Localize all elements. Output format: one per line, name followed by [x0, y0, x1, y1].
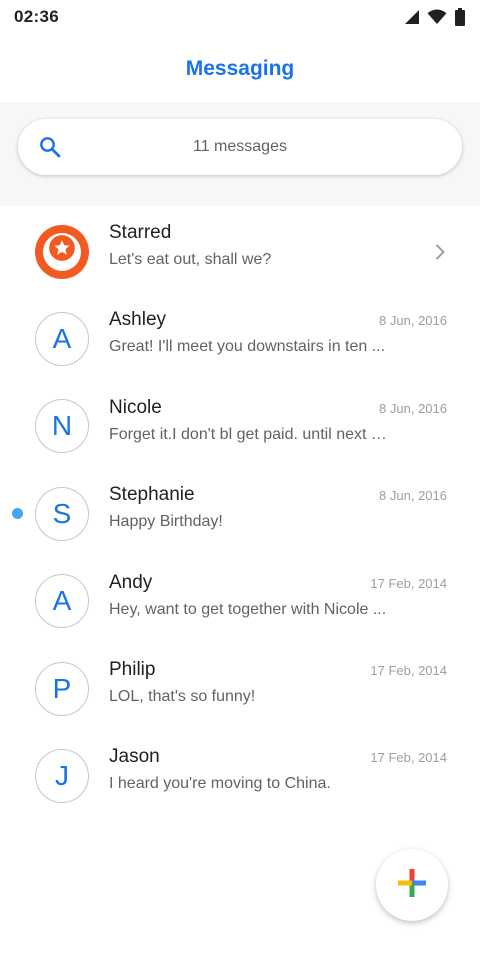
conversation-date: 17 Feb, 2014	[370, 662, 447, 678]
avatar: J	[35, 749, 89, 804]
conversation-name: Stephanie	[109, 484, 195, 506]
conversation-date: 8 Jun, 2016	[379, 400, 447, 416]
status-bar: 02:36	[0, 0, 480, 34]
cell-signal-icon	[404, 9, 420, 25]
conversation-item[interactable]: S Stephanie 8 Jun, 2016 Happy Birthday!	[0, 470, 480, 557]
app-bar: Messaging	[0, 34, 480, 102]
conversation-snippet: LOL, that's so funny!	[109, 687, 256, 705]
conversation-date: 17 Feb, 2014	[370, 575, 447, 591]
avatar: A	[35, 312, 89, 367]
conversation-name: Philip	[109, 658, 156, 680]
avatar: A	[35, 574, 89, 629]
star-icon	[48, 234, 76, 269]
conversation-snippet: Forget it.I don't bl get paid. until nex…	[109, 425, 391, 443]
avatar: N	[35, 399, 89, 454]
conversation-snippet: I heard you're moving to China.	[109, 775, 331, 793]
status-icons	[404, 8, 466, 26]
conversation-name: Jason	[109, 746, 160, 768]
search-area: 11 messages	[0, 102, 480, 206]
conversation-body: Ashley 8 Jun, 2016 Great! I'll meet you …	[109, 309, 447, 356]
conversation-item[interactable]: P Philip 17 Feb, 2014 LOL, that's so fun…	[0, 645, 480, 732]
search-bar[interactable]: 11 messages	[18, 119, 462, 175]
conversation-item[interactable]: J Jason 17 Feb, 2014 I heard you're movi…	[0, 732, 480, 819]
battery-icon	[454, 8, 466, 26]
conversation-date: 8 Jun, 2016	[379, 313, 447, 329]
conversation-snippet: Great! I'll meet you downstairs in ten .…	[109, 338, 386, 356]
conversation-body: Philip 17 Feb, 2014 LOL, that's so funny…	[109, 659, 447, 706]
conversation-snippet: Let's eat out, shall we?	[109, 251, 272, 268]
conversation-list: Starred Let's eat out, shall we? A Ashle…	[0, 208, 480, 820]
conversation-body: Stephanie 8 Jun, 2016 Happy Birthday!	[109, 484, 447, 531]
search-input[interactable]: 11 messages	[18, 138, 462, 156]
conversation-name: Ashley	[109, 309, 167, 331]
new-conversation-button[interactable]	[376, 849, 448, 921]
conversation-date: 8 Jun, 2016	[379, 488, 447, 504]
conversation-item[interactable]: A Andy 17 Feb, 2014 Hey, want to get tog…	[0, 558, 480, 645]
conversation-name: Andy	[109, 571, 153, 593]
conversation-body: Starred Let's eat out, shall we?	[109, 222, 447, 269]
status-time: 02:36	[14, 7, 59, 26]
app-title: Messaging	[185, 57, 295, 80]
wifi-icon	[427, 9, 447, 25]
conversation-name: Starred	[109, 222, 172, 243]
unread-indicator	[12, 507, 23, 519]
starred-avatar	[35, 224, 89, 279]
avatar: P	[35, 661, 89, 716]
conversation-body: Andy 17 Feb, 2014 Hey, want to get toget…	[109, 572, 447, 619]
plus-icon	[396, 867, 428, 904]
conversation-snippet: Happy Birthday!	[109, 513, 223, 531]
conversation-body: Nicole 8 Jun, 2016 Forget it.I don't bl …	[109, 397, 447, 444]
conversation-date: 17 Feb, 2014	[370, 750, 447, 766]
avatar: S	[35, 486, 89, 541]
search-icon[interactable]	[38, 135, 62, 159]
conversation-item[interactable]: N Nicole 8 Jun, 2016 Forget it.I don't b…	[0, 383, 480, 470]
conversation-name: Nicole	[109, 396, 162, 418]
conversation-snippet: Hey, want to get together with Nicole ..…	[109, 600, 387, 618]
conversation-starred[interactable]: Starred Let's eat out, shall we?	[0, 208, 480, 295]
chevron-right-icon[interactable]	[434, 243, 446, 266]
messaging-screen: 02:36 Messaging 11 messages Starred Let'…	[0, 0, 480, 960]
conversation-item[interactable]: A Ashley 8 Jun, 2016 Great! I'll meet yo…	[0, 295, 480, 382]
conversation-body: Jason 17 Feb, 2014 I heard you're moving…	[109, 746, 447, 793]
